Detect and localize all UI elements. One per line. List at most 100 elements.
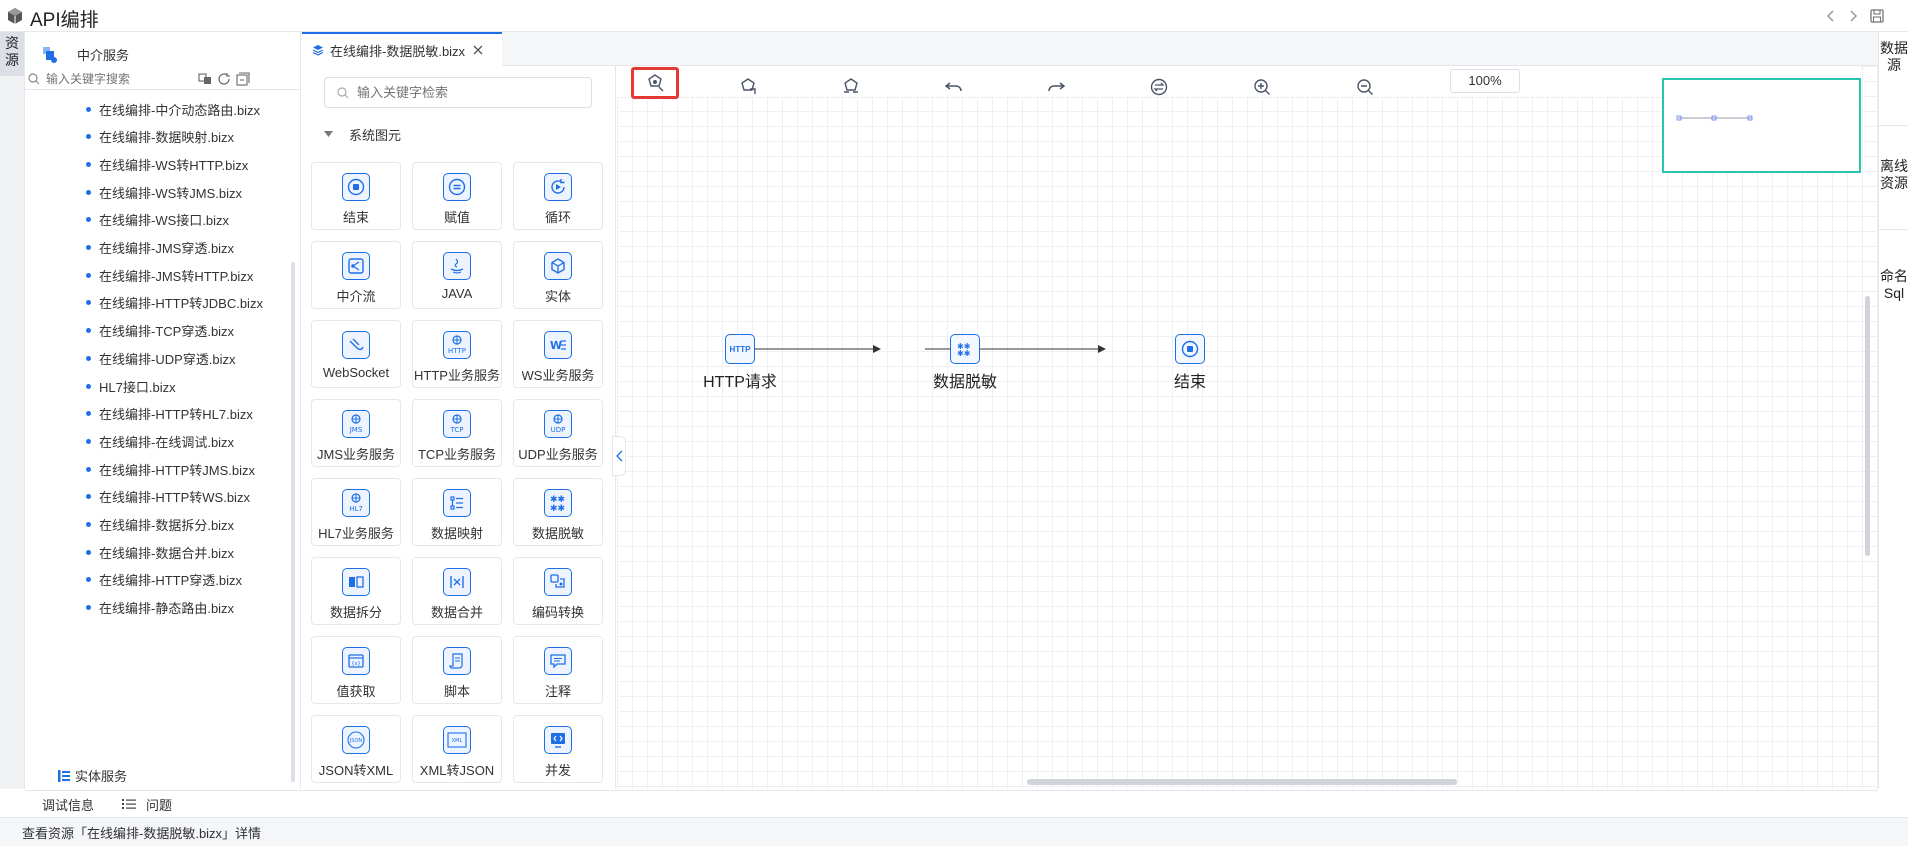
svg-text:HTTP: HTTP bbox=[448, 347, 466, 355]
edge-arrowhead bbox=[873, 345, 881, 353]
tree-file-item[interactable]: 在线编排-JMS转HTTP.bizx bbox=[25, 264, 253, 286]
tab-resources[interactable]: 资源 bbox=[0, 32, 24, 76]
svg-text:W: W bbox=[550, 339, 562, 352]
tree-file-item[interactable]: 在线编排-WS转JMS.bizx bbox=[25, 181, 242, 203]
palette-item[interactable]: JAVA bbox=[412, 241, 502, 309]
close-tab-icon[interactable] bbox=[473, 45, 483, 55]
tree-file-label: 在线编排-数据拆分.bizx bbox=[99, 518, 235, 533]
udp-service-icon: UDP bbox=[544, 410, 572, 438]
resource-search-input[interactable] bbox=[46, 71, 196, 86]
palette-item[interactable]: WebSocket bbox=[311, 320, 401, 388]
palette-item[interactable]: {x} 值获取 bbox=[311, 636, 401, 704]
bullet-icon bbox=[86, 355, 91, 361]
node-http-request[interactable]: HTTP bbox=[725, 334, 755, 364]
data-masking-icon: ✱✱✱✱ bbox=[957, 342, 971, 356]
file-tree: 在线编排-中介动态路由.bizx 在线编排-数据映射.bizx 在线编排-WS转HT… bbox=[25, 98, 290, 788]
tree-scrollbar[interactable] bbox=[291, 262, 295, 782]
encoding-convert-icon bbox=[544, 568, 572, 596]
node-end[interactable] bbox=[1175, 334, 1205, 364]
tab-debug-info[interactable]: 调试信息 bbox=[42, 795, 94, 814]
palette-item[interactable]: 赋值 bbox=[412, 162, 502, 230]
palette-item-label: 并发 bbox=[544, 763, 571, 778]
palette-item-label: 数据映射 bbox=[430, 526, 483, 541]
tree-file-item[interactable]: 在线编排-WS转HTTP.bizx bbox=[25, 153, 248, 175]
service-header[interactable]: 中介服务 bbox=[39, 44, 129, 64]
comment-icon bbox=[544, 647, 572, 675]
nav-back-icon[interactable] bbox=[1822, 7, 1840, 25]
palette-item[interactable]: 循环 bbox=[513, 162, 603, 230]
palette-item[interactable]: JMS JMS业务服务 bbox=[311, 399, 401, 467]
flow-edges bbox=[741, 345, 1106, 353]
tree-file-item[interactable]: 在线编排-数据拆分.bizx bbox=[25, 514, 234, 536]
palette-item[interactable]: 实体 bbox=[513, 241, 603, 309]
palette-item[interactable]: XML XML转JSON bbox=[412, 715, 502, 783]
tree-file-item[interactable]: HL7接口.bizx bbox=[25, 375, 176, 397]
tree-file-item[interactable]: 在线编排-WS接口.bizx bbox=[25, 209, 229, 231]
palette-item[interactable]: 结束 bbox=[311, 162, 401, 230]
palette-item[interactable]: 注释 bbox=[513, 636, 603, 704]
palette-item-label: JSON转XML bbox=[318, 763, 394, 778]
editor-tab-bar: 在线编排-数据脱敏.bizx bbox=[302, 32, 1878, 66]
tree-file-item[interactable]: 在线编排-HTTP穿透.bizx bbox=[25, 569, 242, 591]
palette-item[interactable]: 数据合并 bbox=[412, 557, 502, 625]
palette-collapse-button[interactable] bbox=[612, 436, 626, 476]
tree-file-item[interactable]: 在线编排-在线调试.bizx bbox=[25, 430, 234, 452]
tab-offline-resources[interactable]: 离线资源 bbox=[1879, 128, 1908, 230]
tab-datasource[interactable]: 数据源 bbox=[1879, 38, 1908, 126]
translate-icon[interactable] bbox=[198, 72, 212, 86]
palette-item[interactable]: ✱✱ ✱✱ 数据脱敏 bbox=[513, 478, 603, 546]
entity-service-item[interactable]: 实体服务 bbox=[57, 766, 127, 785]
tree-file-label: HL7接口.bizx bbox=[99, 379, 176, 395]
tree-file-item[interactable]: 在线编排-UDP穿透.bizx bbox=[25, 347, 236, 369]
palette-item-label: 数据合并 bbox=[430, 605, 483, 620]
tree-file-label: 在线编排-TCP穿透.bizx bbox=[99, 324, 235, 340]
tree-file-item[interactable]: 在线编排-静态路由.bizx bbox=[25, 597, 234, 619]
palette-item[interactable]: HTTP HTTP业务服务 bbox=[412, 320, 502, 388]
tree-file-label: 在线编排-HTTP转JMS.bizx bbox=[99, 462, 256, 478]
flow-file-icon bbox=[312, 45, 324, 56]
palette-item-label: 结束 bbox=[342, 210, 369, 225]
tree-file-item[interactable]: 在线编排-HTTP转WS.bizx bbox=[25, 486, 250, 508]
palette-item[interactable]: 并发 bbox=[513, 715, 603, 783]
save-icon[interactable] bbox=[1868, 7, 1886, 25]
tree-file-item[interactable]: 在线编排-中介动态路由.bizx bbox=[25, 98, 260, 120]
tree-file-item[interactable]: 在线编排-HTTP转JMS.bizx bbox=[25, 458, 255, 480]
tree-file-item[interactable]: 在线编排-HTTP转HL7.bizx bbox=[25, 403, 253, 425]
palette-item[interactable]: 脚本 bbox=[412, 636, 502, 704]
palette-item[interactable]: JSON JSON转XML bbox=[311, 715, 401, 783]
canvas-vertical-scrollbar[interactable] bbox=[1865, 296, 1870, 556]
tree-file-item[interactable]: 在线编排-HTTP转JDBC.bizx bbox=[25, 292, 263, 314]
tree-file-item[interactable]: 在线编排-TCP穿透.bizx bbox=[25, 320, 234, 342]
palette-item[interactable]: 数据映射 bbox=[412, 478, 502, 546]
tcp-service-icon: TCP bbox=[443, 410, 471, 438]
minimap-preview bbox=[1676, 115, 1753, 121]
palette-item[interactable]: 编码转换 bbox=[513, 557, 603, 625]
tree-file-item[interactable]: 在线编排-数据合并.bizx bbox=[25, 541, 234, 563]
tab-named-sql[interactable]: 命名Sql bbox=[1879, 232, 1908, 352]
palette-item[interactable]: UDP UDP业务服务 bbox=[513, 399, 603, 467]
right-rail: 数据源 离线资源 命名Sql bbox=[1878, 32, 1908, 789]
tab-label: 在线编排-数据脱敏.bizx bbox=[330, 43, 466, 59]
bullet-icon bbox=[86, 328, 91, 334]
tab-problems[interactable]: 问题 bbox=[146, 795, 172, 814]
palette-item-label: JAVA bbox=[441, 286, 473, 301]
minimap[interactable] bbox=[1662, 78, 1861, 173]
palette-item[interactable]: 数据拆分 bbox=[311, 557, 401, 625]
tree-file-label: 在线编排-中介动态路由.bizx bbox=[99, 102, 261, 118]
flow-canvas[interactable]: 100% HTTP HTTP请求 ✱✱ ✱✱ 数据脱敏 结束 bbox=[617, 66, 1878, 789]
tree-file-item[interactable]: 在线编排-数据映射.bizx bbox=[25, 126, 234, 148]
palette-item[interactable]: HL7 HL7业务服务 bbox=[311, 478, 401, 546]
nav-forward-icon[interactable] bbox=[1844, 7, 1862, 25]
tree-file-item[interactable]: 在线编排-JMS穿透.bizx bbox=[25, 237, 234, 259]
refresh-icon[interactable] bbox=[217, 72, 231, 86]
palette-item-label: JMS业务服务 bbox=[316, 447, 395, 462]
tab-data-masking[interactable]: 在线编排-数据脱敏.bizx bbox=[302, 32, 502, 66]
palette-item[interactable]: TCP TCP业务服务 bbox=[412, 399, 502, 467]
collapse-all-icon[interactable] bbox=[236, 71, 250, 86]
node-data-masking[interactable]: ✱✱ ✱✱ bbox=[950, 334, 980, 364]
canvas-horizontal-scrollbar[interactable] bbox=[1027, 779, 1457, 785]
tree-file-label: 在线编排-数据映射.bizx bbox=[99, 130, 235, 146]
palette-item[interactable]: W WS业务服务 bbox=[513, 320, 603, 388]
palette-item[interactable]: 中介流 bbox=[311, 241, 401, 309]
data-masking-icon: ✱✱✱✱ bbox=[544, 489, 572, 517]
